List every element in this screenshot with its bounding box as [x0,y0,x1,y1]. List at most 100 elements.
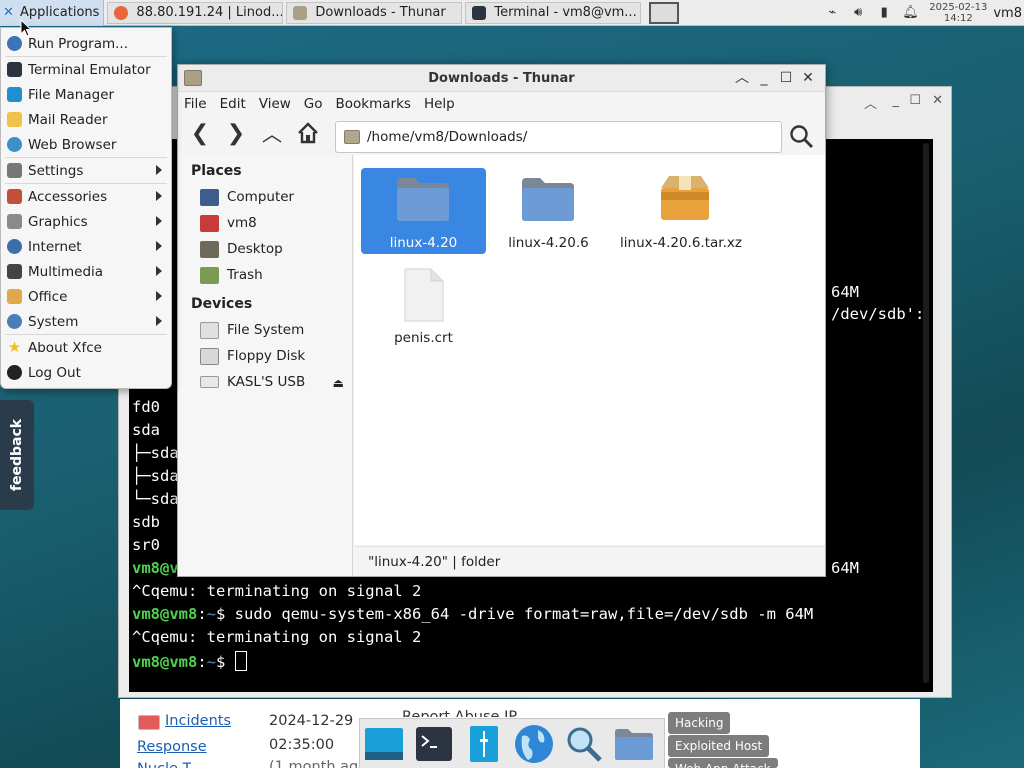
applications-label: Applications [20,5,100,20]
file-item[interactable]: penis.crt [361,263,486,349]
device-label: KASL'S USB [227,374,306,390]
terminal-cursor [234,651,247,671]
location-bar[interactable]: /home/vm8/Downloads/ [335,121,782,153]
menu-view[interactable]: View [259,96,291,112]
accessories-icon [7,189,22,204]
submenu-arrow-icon [156,316,162,326]
folder-icon[interactable] [612,722,656,766]
terminal-text: 64M [831,559,859,577]
device-filesystem[interactable]: File System [178,317,352,343]
toolbar: ❮ ❯ ︿ /home/vm8/Downloads/ [178,116,825,154]
desktop-icon [200,240,219,258]
menu-label: Settings [28,162,84,179]
show-desktop-icon[interactable] [362,722,406,766]
maximize-button[interactable]: ☐ [775,69,797,87]
forward-icon[interactable]: ❯ [222,121,250,149]
device-usb[interactable]: KASL'S USB ⏏ [178,369,352,395]
menu-label: Web Browser [28,136,117,153]
place-desktop[interactable]: Desktop [178,236,352,262]
menu-web-browser[interactable]: Web Browser [1,132,171,157]
menu-file[interactable]: File [184,96,207,112]
menu-help[interactable]: Help [424,96,455,112]
menu-internet[interactable]: Internet [1,234,171,259]
folder-icon [522,178,574,221]
place-label: vm8 [227,215,257,231]
menu-bookmarks[interactable]: Bookmarks [336,96,411,112]
terminal-text: sr0 [132,536,160,554]
maximize-button[interactable]: ☐ [909,93,921,108]
menu-settings[interactable]: Settings [1,158,171,183]
file-item[interactable]: linux-4.20.6 [486,168,611,254]
menu-file-manager[interactable]: File Manager [1,82,171,107]
search-icon[interactable] [789,124,815,150]
device-floppy[interactable]: Floppy Disk [178,343,352,369]
incidents-link[interactable]: Incidents [165,713,231,729]
cut-link[interactable]: Nucle T [137,761,191,768]
tag-badge[interactable]: Hacking [668,712,731,734]
taskbar-item-terminal[interactable]: Terminal - vm8@vm... [465,1,642,24]
minimize-button[interactable]: _ [893,93,900,108]
location-path: /home/vm8/Downloads/ [367,129,528,145]
file-item[interactable]: linux-4.20.6.tar.xz [611,168,751,254]
menu-mail-reader[interactable]: Mail Reader [1,107,171,132]
terminal-prompt: vm8@vm8 [132,653,198,671]
menu-bar: File Edit View Go Bookmarks Help [178,92,825,116]
submenu-arrow-icon [156,266,162,276]
menu-label: Graphics [28,213,88,230]
volume-icon[interactable]: 🔊︎ [850,5,866,21]
file-name: penis.crt [394,330,453,346]
menu-label: About Xfce [28,339,102,356]
menu-go[interactable]: Go [304,96,323,112]
taskbar-item-browser[interactable]: 88.80.191.24 | Linod... [107,1,284,24]
terminal-icon[interactable] [412,722,456,766]
menu-about-xfce[interactable]: ★ About Xfce [1,335,171,360]
back-icon[interactable]: ❮ [186,121,214,149]
place-home[interactable]: vm8 [178,210,352,236]
file-name: linux-4.20.6.tar.xz [620,235,742,251]
file-manager-icon[interactable] [462,722,506,766]
battery-icon[interactable]: ▮ [876,5,892,21]
place-computer[interactable]: Computer [178,184,352,210]
clock[interactable]: 2025-02-13 14:12 [929,2,987,24]
menu-label: Office [28,288,68,305]
response-link[interactable]: Response [137,739,207,755]
shade-button[interactable]: ︿ [731,69,753,87]
terminal-scrollbar[interactable] [923,143,929,683]
applications-menu-button[interactable]: ✕ Applications [0,0,105,26]
search-icon[interactable] [562,722,606,766]
report-time: 02:35:00 [269,737,335,753]
menu-system[interactable]: System [1,309,171,334]
menu-accessories[interactable]: Accessories [1,184,171,209]
taskbar-item-thunar[interactable]: Downloads - Thunar [286,1,463,24]
tag-badge[interactable]: Web App Attack [668,758,778,768]
thunar-window[interactable]: Downloads - Thunar ︿ _ ☐ ✕ File Edit Vie… [177,64,826,577]
file-item[interactable]: linux-4.20 [361,168,486,254]
network-icon[interactable]: ⌁ [824,5,840,21]
workspace-switcher[interactable] [649,1,680,24]
menu-terminal-emulator[interactable]: Terminal Emulator [1,57,171,82]
menu-log-out[interactable]: Log Out [1,360,171,385]
close-button[interactable]: ✕ [932,93,943,108]
tag-badge[interactable]: Exploited Host [668,735,770,757]
feedback-tab[interactable]: feedback [0,400,34,510]
eject-icon[interactable]: ⏏ [333,376,344,390]
notification-icon[interactable]: 🔔︎ [902,5,919,21]
home-icon[interactable] [294,121,322,149]
title-bar[interactable]: Downloads - Thunar ︿ _ ☐ ✕ [178,65,825,92]
home-icon [200,214,219,232]
terminal-prompt: vm8@vm8 [132,605,198,623]
menu-office[interactable]: Office [1,284,171,309]
up-icon[interactable]: ︿ [258,121,286,149]
file-view[interactable]: linux-4.20 linux-4.20.6 linux-4.20.6.tar… [354,155,825,545]
menu-edit[interactable]: Edit [220,96,246,112]
place-trash[interactable]: Trash [178,262,352,288]
multimedia-icon [7,264,22,279]
user-label[interactable]: vm8 [993,6,1022,21]
minimize-icon[interactable]: ︿ [864,93,877,112]
menu-multimedia[interactable]: Multimedia [1,259,171,284]
globe-icon[interactable] [512,722,556,766]
menu-graphics[interactable]: Graphics [1,209,171,234]
close-button[interactable]: ✕ [797,69,819,87]
minimize-button[interactable]: _ [753,69,775,87]
terminal-path: ~ [206,605,217,623]
